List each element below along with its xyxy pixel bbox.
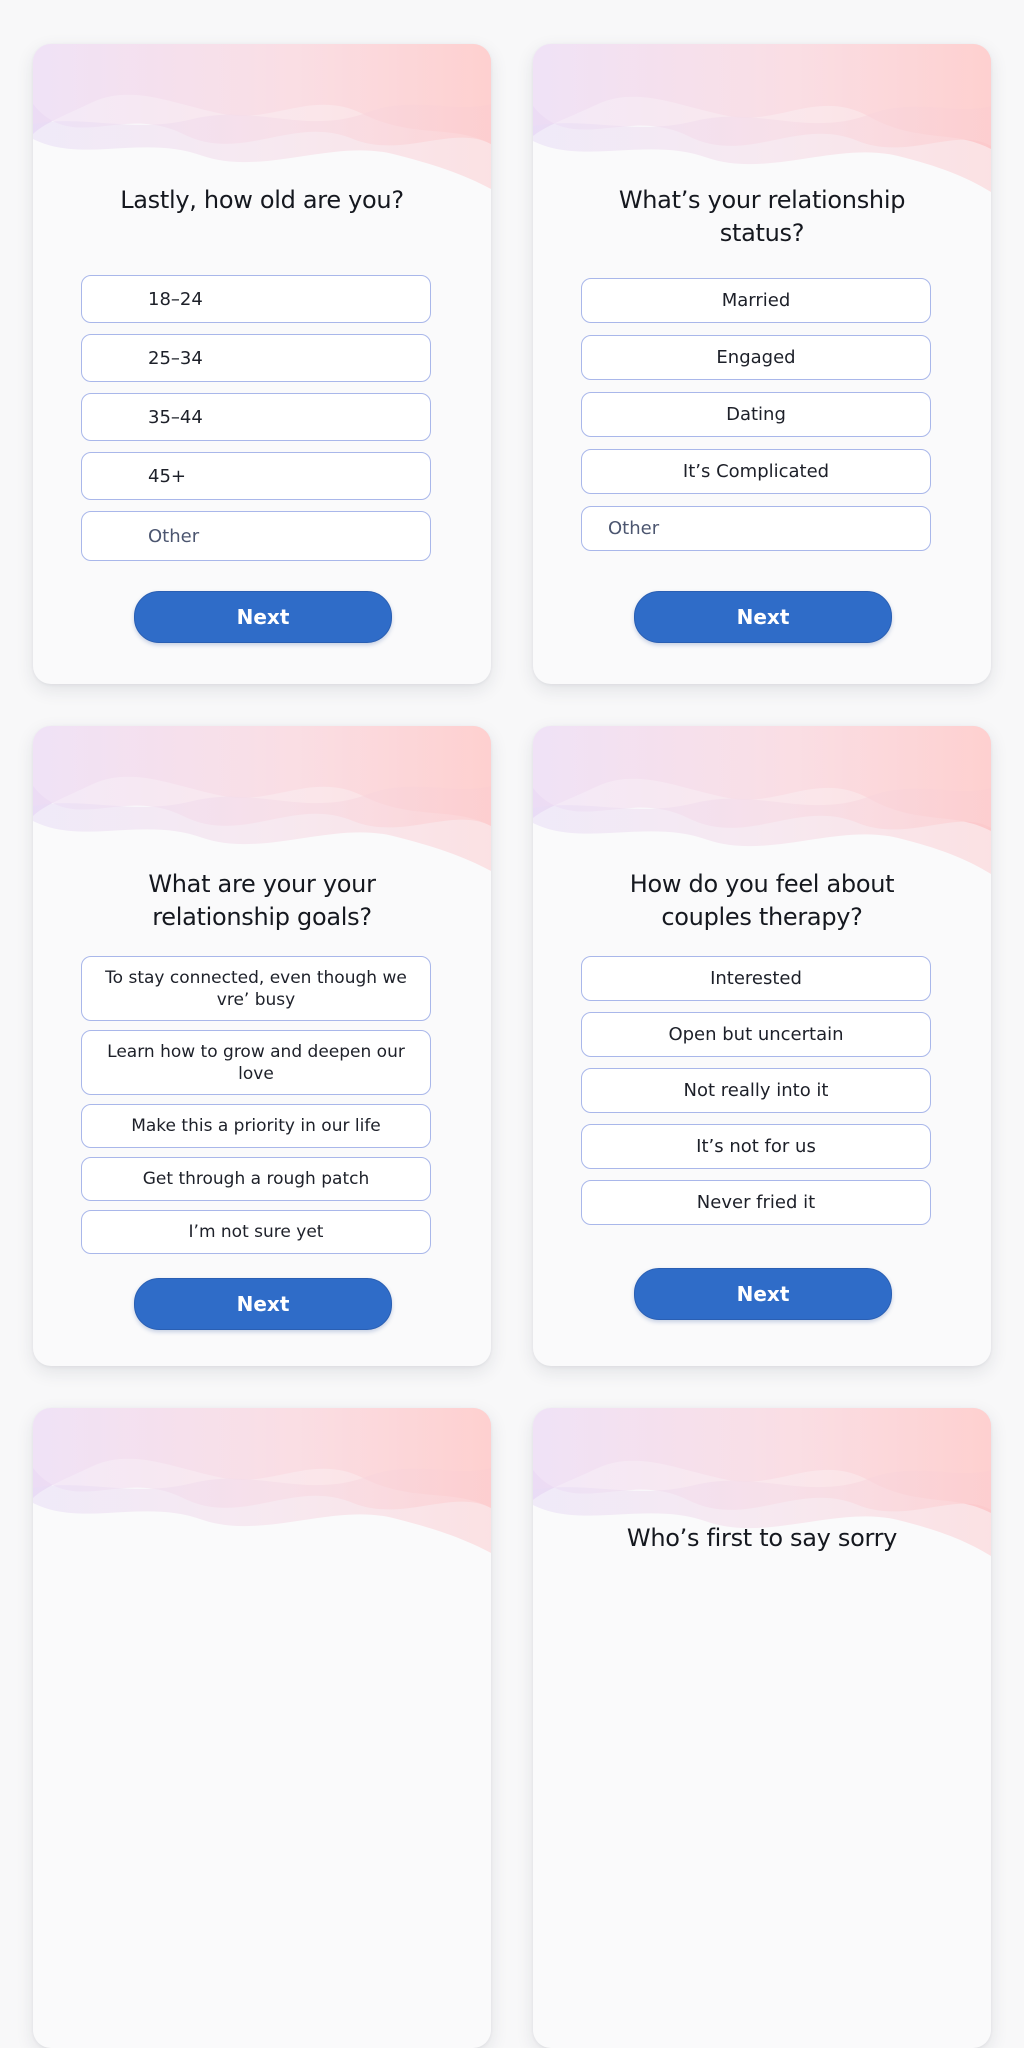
option-grow-and-deepen[interactable]: Learn how to grow and deepen our love <box>81 1030 431 1095</box>
decorative-wave-header <box>533 44 991 192</box>
option-18-24[interactable]: 18–24 <box>81 275 431 323</box>
question-title: How do you feel about couples therapy? <box>629 870 895 931</box>
next-button[interactable]: Next <box>134 1278 392 1330</box>
option-stay-connected[interactable]: To stay connected, even though we vre’ b… <box>81 956 431 1021</box>
option-married[interactable]: Married <box>581 278 931 323</box>
decorative-wave-header <box>33 44 491 189</box>
options-list: To stay connected, even though we vre’ b… <box>81 956 439 1254</box>
option-not-sure-yet[interactable]: I’m not sure yet <box>81 1210 431 1254</box>
partial-question-card-right: Who’s first to say sorry <box>533 1408 991 2048</box>
next-button[interactable]: Next <box>134 591 392 643</box>
option-other[interactable]: Other <box>581 506 931 551</box>
option-dating[interactable]: Dating <box>581 392 931 437</box>
question-title: Lastly, how old are you? <box>120 186 404 214</box>
relationship-status-card: What’s your relationship status? Married… <box>533 44 991 684</box>
next-button[interactable]: Next <box>634 591 892 643</box>
option-never-tried-it[interactable]: Never fried it <box>581 1180 931 1225</box>
option-its-complicated[interactable]: It’s Complicated <box>581 449 931 494</box>
option-25-34[interactable]: 25–34 <box>81 334 431 382</box>
question-title: Who’s first to say sorry <box>626 1524 898 1552</box>
options-list: 18–24 25–34 35–44 45+ Other <box>81 275 439 561</box>
option-not-for-us[interactable]: It’s not for us <box>581 1124 931 1169</box>
partial-question-card-left <box>33 1408 491 2048</box>
option-open-but-uncertain[interactable]: Open but uncertain <box>581 1012 931 1057</box>
question-title: What’s your relationship status? <box>618 186 906 247</box>
options-list: Interested Open but uncertain Not really… <box>581 956 939 1225</box>
option-interested[interactable]: Interested <box>581 956 931 1001</box>
option-35-44[interactable]: 35–44 <box>81 393 431 441</box>
relationship-goals-card: What are your your relationship goals? T… <box>33 726 491 1366</box>
option-rough-patch[interactable]: Get through a rough patch <box>81 1157 431 1201</box>
option-45-plus[interactable]: 45+ <box>81 452 431 500</box>
next-button[interactable]: Next <box>634 1268 892 1320</box>
option-not-really-into-it[interactable]: Not really into it <box>581 1068 931 1113</box>
option-other[interactable]: Other <box>81 511 431 561</box>
age-question-card: Lastly, how old are you? 18–24 25–34 35–… <box>33 44 491 684</box>
question-title: What are your your relationship goals? <box>148 870 376 931</box>
options-list: Married Engaged Dating It’s Complicated … <box>581 278 939 551</box>
decorative-wave-header <box>33 726 491 871</box>
option-make-priority[interactable]: Make this a priority in our life <box>81 1104 431 1148</box>
decorative-wave-header <box>33 1408 491 1553</box>
decorative-wave-header <box>533 726 991 874</box>
option-engaged[interactable]: Engaged <box>581 335 931 380</box>
couples-therapy-card: How do you feel about couples therapy? I… <box>533 726 991 1366</box>
